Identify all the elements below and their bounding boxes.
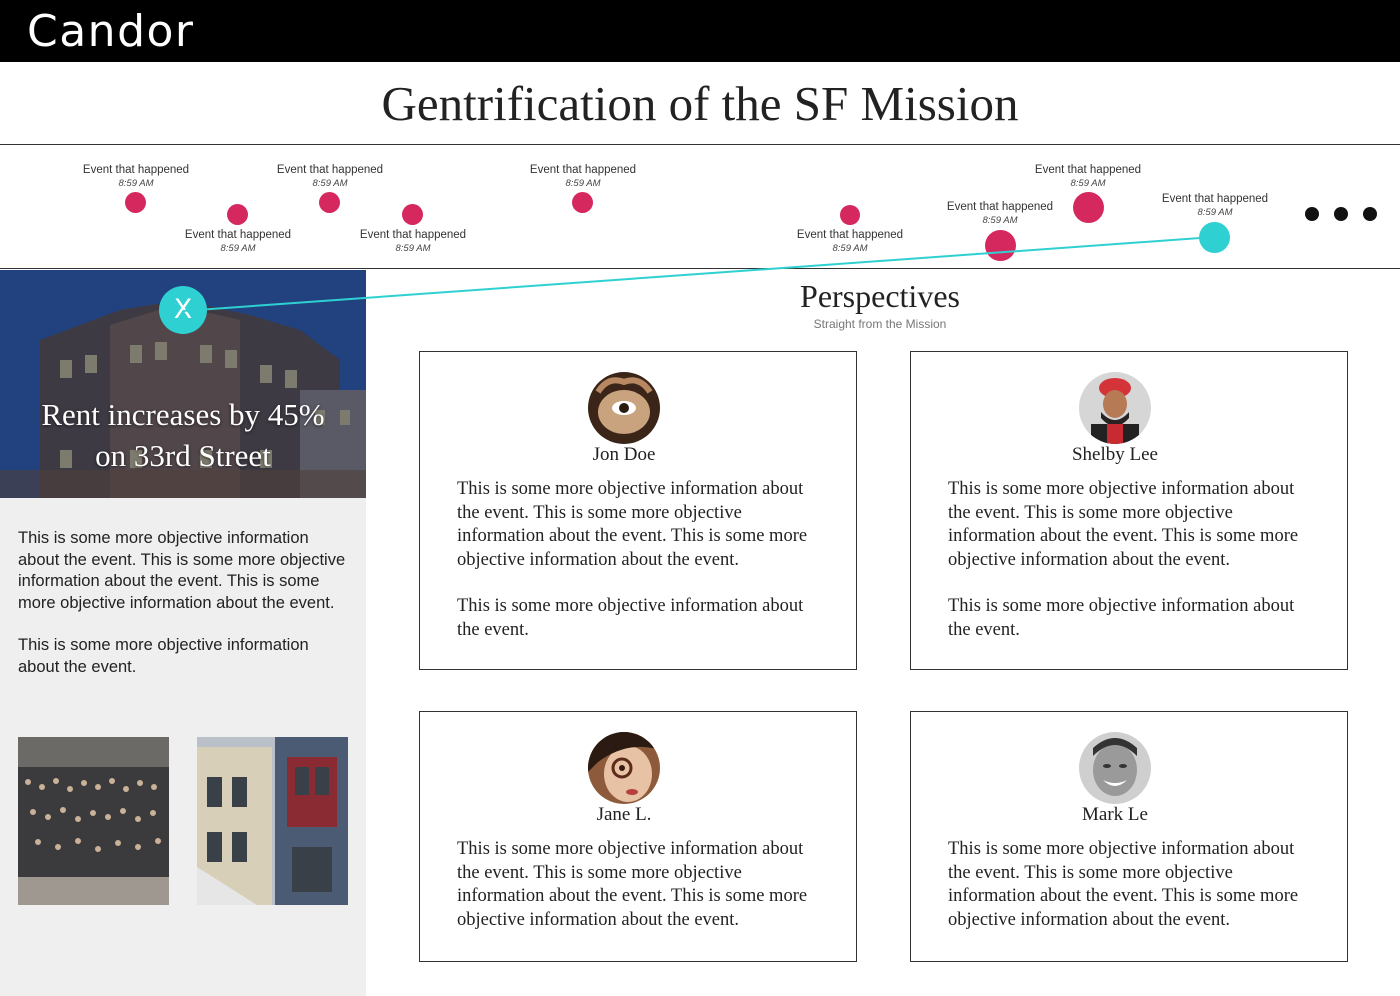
event-title-line: on 33rd Street (95, 438, 271, 473)
event-time: 8:59 AM (565, 178, 601, 189)
perspective-text: This is some more objective information … (457, 838, 829, 955)
event-time: 8:59 AM (395, 243, 431, 254)
timeline-event-label: Event that happened 8:59 AM (163, 228, 313, 256)
event-title: Rent increases by 45% on 33rd Street (0, 394, 366, 476)
houses-image (197, 737, 348, 905)
avatar-image (1079, 732, 1151, 804)
event-time: 8:59 AM (220, 243, 256, 254)
event-title: Event that happened (82, 164, 190, 176)
avatar-image (1079, 372, 1151, 444)
event-time: 8:59 AM (312, 178, 348, 189)
event-title: Event that happened (1161, 193, 1269, 205)
timeline-event-label: Event that happened 8:59 AM (1013, 163, 1163, 191)
avatar (588, 372, 660, 444)
timeline-event-dot[interactable] (402, 204, 423, 225)
timeline-event-label: Event that happened 8:59 AM (508, 163, 658, 191)
perspective-paragraph: This is some more objective information … (457, 479, 808, 570)
event-time: 8:59 AM (1070, 178, 1106, 189)
perspectives-title: Perspectives (800, 278, 960, 314)
event-title: Event that happened (184, 229, 292, 241)
event-description-paragraph: This is some more objective information … (18, 529, 346, 612)
close-button[interactable]: X (159, 286, 207, 334)
avatar (588, 732, 660, 804)
more-dot-icon (1305, 207, 1319, 221)
perspective-card[interactable]: Shelby Lee This is some more objective i… (910, 351, 1348, 670)
event-hero-image: Rent increases by 45% on 33rd Street X (0, 270, 366, 498)
perspective-paragraph: This is some more objective information … (948, 839, 1299, 930)
timeline-event-dot-selected[interactable] (1199, 222, 1230, 253)
more-dot-icon (1363, 207, 1377, 221)
timeline-event-dot[interactable] (1073, 192, 1104, 223)
event-description-paragraph: This is some more objective information … (18, 636, 309, 676)
event-time: 8:59 AM (982, 215, 1018, 226)
timeline-bottom-divider (0, 268, 1400, 269)
event-time: 8:59 AM (1197, 207, 1233, 218)
timeline-event-label: Event that happened 8:59 AM (61, 163, 211, 191)
crowd-image (18, 737, 169, 905)
perspective-text: This is some more objective information … (948, 478, 1320, 665)
perspectives-subtitle: Straight from the Mission (813, 317, 947, 331)
avatar (1079, 732, 1151, 804)
event-title-line: Rent increases by 45% (41, 397, 325, 432)
perspective-text: This is some more objective information … (457, 478, 829, 665)
event-title: Event that happened (946, 201, 1054, 213)
event-title: Event that happened (1034, 164, 1142, 176)
perspective-name: Jane L. (596, 804, 652, 825)
event-description: This is some more objective information … (18, 528, 348, 699)
timeline-event-dot[interactable] (840, 205, 860, 225)
perspective-paragraph: This is some more objective information … (457, 839, 808, 930)
avatar-image (588, 372, 660, 444)
timeline-event-dot[interactable] (227, 204, 248, 225)
perspective-paragraph: This is some more objective information … (948, 596, 1295, 640)
event-title: Event that happened (359, 229, 467, 241)
perspective-card[interactable]: Jane L. This is some more objective info… (419, 711, 857, 962)
event-time: 8:59 AM (118, 178, 154, 189)
timeline-event-dot[interactable] (125, 192, 146, 213)
timeline-event-label: Event that happened 8:59 AM (925, 200, 1075, 228)
top-bar: Candor (0, 0, 1400, 62)
event-title: Event that happened (276, 164, 384, 176)
perspective-card[interactable]: Mark Le This is some more objective info… (910, 711, 1348, 962)
avatar-image (588, 732, 660, 804)
avatar (1079, 372, 1151, 444)
event-title: Event that happened (529, 164, 637, 176)
timeline-event-dot[interactable] (985, 230, 1016, 261)
timeline-event-dot[interactable] (572, 192, 593, 213)
event-detail-panel: Rent increases by 45% on 33rd Street X T… (0, 270, 366, 996)
perspective-card[interactable]: Jon Doe This is some more objective info… (419, 351, 857, 670)
victorian-houses-photo[interactable] (197, 737, 348, 905)
perspective-paragraph: This is some more objective information … (948, 479, 1299, 570)
timeline-event-label: Event that happened 8:59 AM (338, 228, 488, 256)
timeline-event-dot[interactable] (319, 192, 340, 213)
perspective-name: Jon Doe (592, 444, 656, 465)
perspective-text: This is some more objective information … (948, 838, 1320, 955)
crowd-photo[interactable] (18, 737, 169, 905)
timeline-event-label: Event that happened 8:59 AM (775, 228, 925, 256)
perspective-name: Mark Le (1082, 804, 1148, 825)
perspective-paragraph: This is some more objective information … (457, 596, 804, 640)
timeline-event-label: Event that happened 8:59 AM (255, 163, 405, 191)
event-time: 8:59 AM (832, 243, 868, 254)
perspective-name: Shelby Lee (1071, 444, 1158, 465)
timeline-top-divider (0, 144, 1400, 145)
page-title: Gentrification of the SF Mission (381, 76, 1019, 131)
timeline-event-label: Event that happened 8:59 AM (1140, 192, 1290, 220)
app-logo[interactable]: Candor (27, 4, 195, 60)
more-dot-icon (1334, 207, 1348, 221)
event-title: Event that happened (796, 229, 904, 241)
